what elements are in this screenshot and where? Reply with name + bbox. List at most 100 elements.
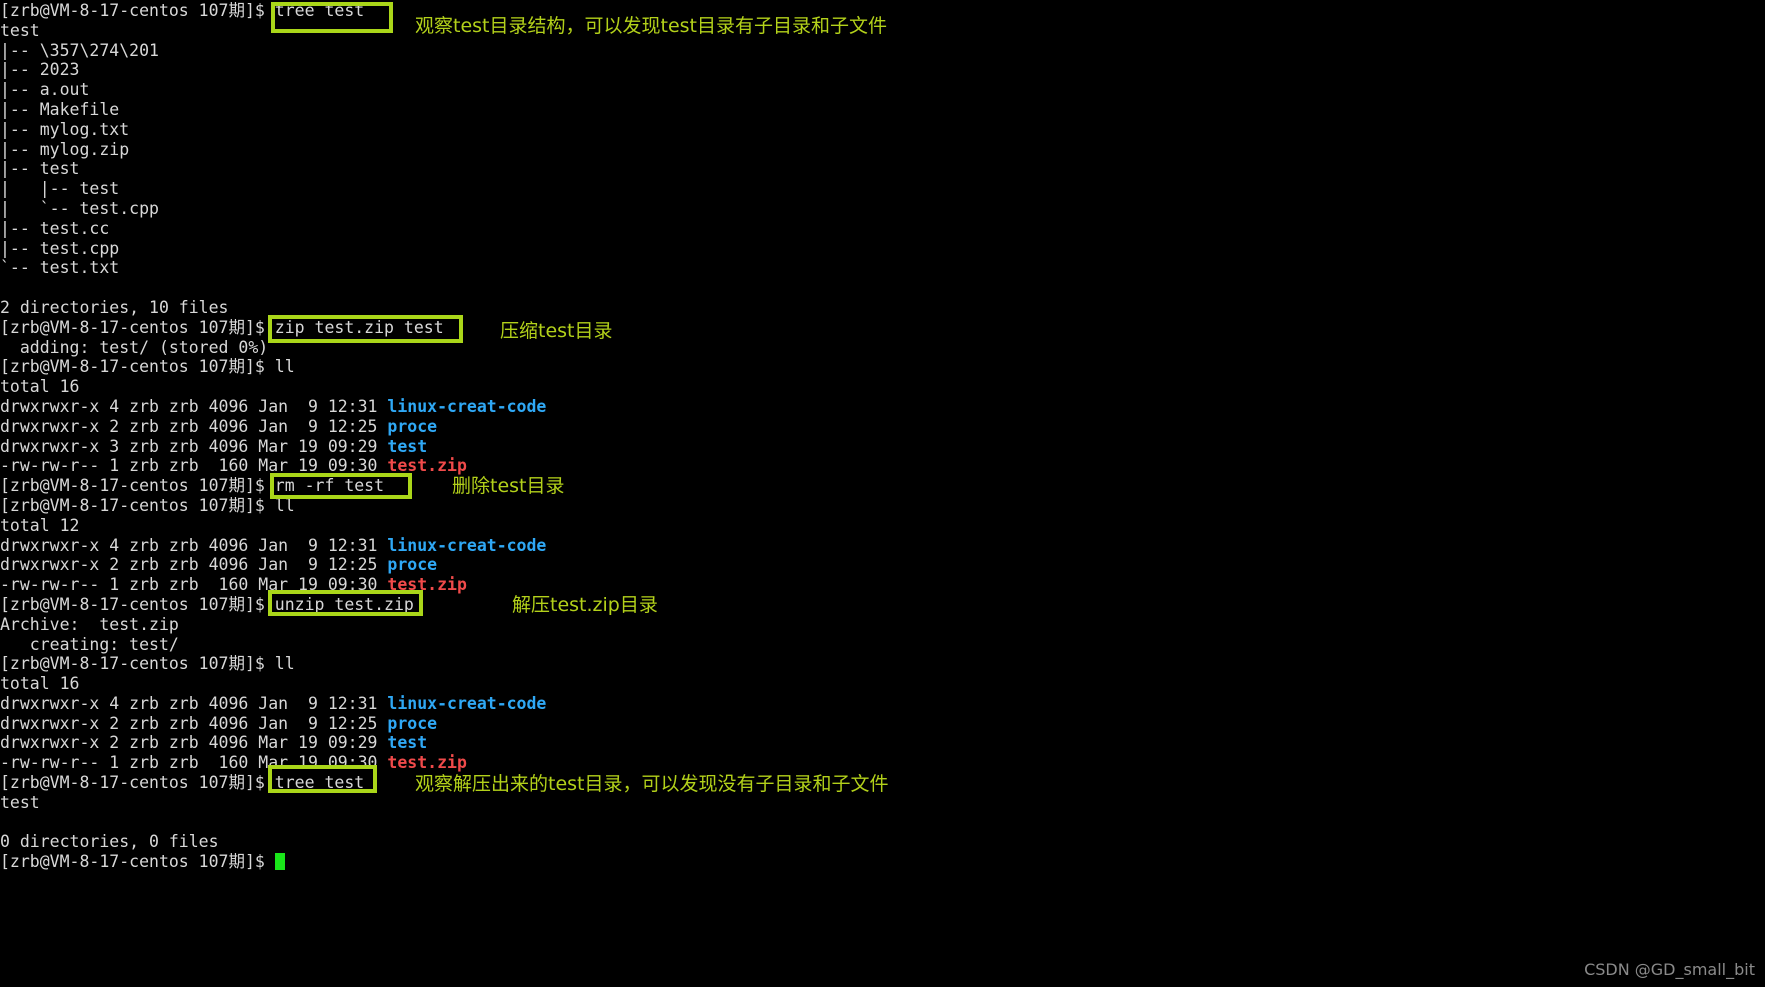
terminal-line: 2 directories, 10 files <box>0 298 1765 318</box>
terminal-line: drwxrwxr-x 3 zrb zrb 4096 Mar 19 09:29 t… <box>0 437 1765 457</box>
terminal-line: total 16 <box>0 377 1765 397</box>
terminal-line: |-- mylog.txt <box>0 120 1765 140</box>
annotation-text: 解压test.zip目录 <box>512 594 658 616</box>
terminal-line: -rw-rw-r-- 1 zrb zrb 160 Mar 19 09:30 te… <box>0 575 1765 595</box>
terminal-line: [zrb@VM-8-17-centos 107期]$ unzip test.zi… <box>0 595 1765 615</box>
listing-metadata: drwxrwxr-x 4 zrb zrb 4096 Jan 9 12:31 <box>0 396 388 416</box>
shell-command[interactable]: unzip test.zip <box>275 595 414 614</box>
terminal-line: | |-- test <box>0 179 1765 199</box>
listing-directory-name: test <box>387 436 428 456</box>
listing-directory-name: linux-creat-code <box>387 693 547 713</box>
shell-prompt: [zrb@VM-8-17-centos 107期]$ <box>0 317 275 337</box>
text-cursor[interactable] <box>274 853 285 871</box>
terminal-line: drwxrwxr-x 2 zrb zrb 4096 Jan 9 12:25 pr… <box>0 555 1765 575</box>
terminal-line: -rw-rw-r-- 1 zrb zrb 160 Mar 19 09:30 te… <box>0 456 1765 476</box>
terminal-line: |-- a.out <box>0 80 1765 100</box>
shell-command[interactable]: tree test <box>275 773 364 792</box>
terminal-output-text: |-- a.out <box>0 80 90 100</box>
terminal-line: drwxrwxr-x 2 zrb zrb 4096 Jan 9 12:25 pr… <box>0 417 1765 437</box>
shell-prompt: [zrb@VM-8-17-centos 107期]$ <box>0 476 275 496</box>
terminal-output-text: creating: test/ <box>0 634 179 654</box>
listing-file-name: test.zip <box>387 456 467 476</box>
terminal-line: adding: test/ (stored 0%) <box>0 338 1765 358</box>
annotation-text: 压缩test目录 <box>500 320 613 342</box>
shell-command[interactable]: rm -rf test <box>275 476 384 495</box>
listing-metadata: -rw-rw-r-- 1 zrb zrb 160 Mar 19 09:30 <box>0 753 388 773</box>
shell-prompt: [zrb@VM-8-17-centos 107期]$ <box>0 773 275 793</box>
listing-metadata: drwxrwxr-x 4 zrb zrb 4096 Jan 9 12:31 <box>0 693 388 713</box>
terminal-output-text: |-- test.cc <box>0 218 110 238</box>
terminal-output-text: 0 directories, 0 files <box>0 832 219 852</box>
terminal-output-text: test <box>0 792 40 812</box>
watermark: CSDN @GD_small_bit <box>1584 960 1755 979</box>
terminal-line: drwxrwxr-x 2 zrb zrb 4096 Jan 9 12:25 pr… <box>0 714 1765 734</box>
listing-directory-name: linux-creat-code <box>387 535 547 555</box>
terminal-output-text: adding: test/ (stored 0%) <box>0 337 269 357</box>
listing-directory-name: proce <box>387 555 438 575</box>
terminal-line: [zrb@VM-8-17-centos 107期]$ ll <box>0 654 1765 674</box>
terminal-line: |-- mylog.zip <box>0 140 1765 160</box>
terminal-line: [zrb@VM-8-17-centos 107期]$ <box>0 852 1765 872</box>
terminal-output-text: |-- test <box>0 159 80 179</box>
terminal-line: total 12 <box>0 516 1765 536</box>
shell-command[interactable]: ll <box>275 496 295 515</box>
terminal-line: 0 directories, 0 files <box>0 832 1765 852</box>
terminal-output-text: total 16 <box>0 674 80 694</box>
listing-directory-name: proce <box>387 416 438 436</box>
terminal-line: |-- 2023 <box>0 60 1765 80</box>
terminal-line: `-- test.txt <box>0 258 1765 278</box>
terminal-line: | `-- test.cpp <box>0 199 1765 219</box>
terminal-line: drwxrwxr-x 4 zrb zrb 4096 Jan 9 12:31 li… <box>0 397 1765 417</box>
terminal-line: [zrb@VM-8-17-centos 107期]$ rm -rf test <box>0 476 1765 496</box>
terminal-output-area: [zrb@VM-8-17-centos 107期]$ tree test test… <box>0 1 1765 872</box>
terminal-window[interactable]: [zrb@VM-8-17-centos 107期]$ tree test test… <box>0 0 1765 987</box>
shell-command[interactable]: ll <box>275 654 295 673</box>
terminal-line: -rw-rw-r-- 1 zrb zrb 160 Mar 19 09:30 te… <box>0 753 1765 773</box>
terminal-line: Archive: test.zip <box>0 615 1765 635</box>
listing-metadata: drwxrwxr-x 2 zrb zrb 4096 Jan 9 12:25 <box>0 713 388 733</box>
shell-command[interactable]: zip test.zip test <box>275 318 444 337</box>
shell-prompt: [zrb@VM-8-17-centos 107期]$ <box>0 495 275 515</box>
terminal-output-text: total 16 <box>0 377 80 397</box>
terminal-line: |-- test.cpp <box>0 239 1765 259</box>
terminal-output-text: `-- test.txt <box>0 258 120 278</box>
shell-prompt: [zrb@VM-8-17-centos 107期]$ <box>0 1 275 20</box>
terminal-output-text: |-- \357\274\201 <box>0 40 159 60</box>
terminal-line: test <box>0 793 1765 813</box>
terminal-line: [zrb@VM-8-17-centos 107期]$ ll <box>0 496 1765 516</box>
listing-metadata: -rw-rw-r-- 1 zrb zrb 160 Mar 19 09:30 <box>0 456 388 476</box>
shell-prompt: [zrb@VM-8-17-centos 107期]$ <box>0 357 275 377</box>
listing-metadata: -rw-rw-r-- 1 zrb zrb 160 Mar 19 09:30 <box>0 575 388 595</box>
terminal-output-text: | `-- test.cpp <box>0 198 159 218</box>
listing-file-name: test.zip <box>387 753 467 773</box>
terminal-line: |-- test.cc <box>0 219 1765 239</box>
terminal-output-text: | |-- test <box>0 179 120 199</box>
listing-metadata: drwxrwxr-x 2 zrb zrb 4096 Jan 9 12:25 <box>0 416 388 436</box>
shell-command[interactable]: tree test <box>275 1 364 20</box>
listing-directory-name: test <box>387 733 428 753</box>
shell-prompt: [zrb@VM-8-17-centos 107期]$ <box>0 594 275 614</box>
terminal-line: [zrb@VM-8-17-centos 107期]$ zip test.zip … <box>0 318 1765 338</box>
terminal-output-text: total 12 <box>0 515 80 535</box>
terminal-line: total 16 <box>0 674 1765 694</box>
terminal-line: drwxrwxr-x 2 zrb zrb 4096 Mar 19 09:29 t… <box>0 733 1765 753</box>
terminal-output-text: |-- mylog.txt <box>0 119 130 139</box>
annotation-text: 观察解压出来的test目录，可以发现没有子目录和子文件 <box>415 773 889 795</box>
shell-command[interactable]: ll <box>275 357 295 376</box>
terminal-line: |-- test <box>0 159 1765 179</box>
terminal-output-text: |-- Makefile <box>0 99 120 119</box>
terminal-output-text: |-- test.cpp <box>0 238 120 258</box>
terminal-line: creating: test/ <box>0 635 1765 655</box>
terminal-output-text: 2 directories, 10 files <box>0 297 229 317</box>
annotation-text: 删除test目录 <box>452 475 565 497</box>
terminal-line: |-- Makefile <box>0 100 1765 120</box>
listing-metadata: drwxrwxr-x 4 zrb zrb 4096 Jan 9 12:31 <box>0 535 388 555</box>
terminal-output-text: test <box>0 20 40 40</box>
terminal-line: [zrb@VM-8-17-centos 107期]$ ll <box>0 357 1765 377</box>
terminal-output-text: Archive: test.zip <box>0 614 179 634</box>
listing-file-name: test.zip <box>387 575 467 595</box>
terminal-line: drwxrwxr-x 4 zrb zrb 4096 Jan 9 12:31 li… <box>0 536 1765 556</box>
listing-directory-name: linux-creat-code <box>387 396 547 416</box>
